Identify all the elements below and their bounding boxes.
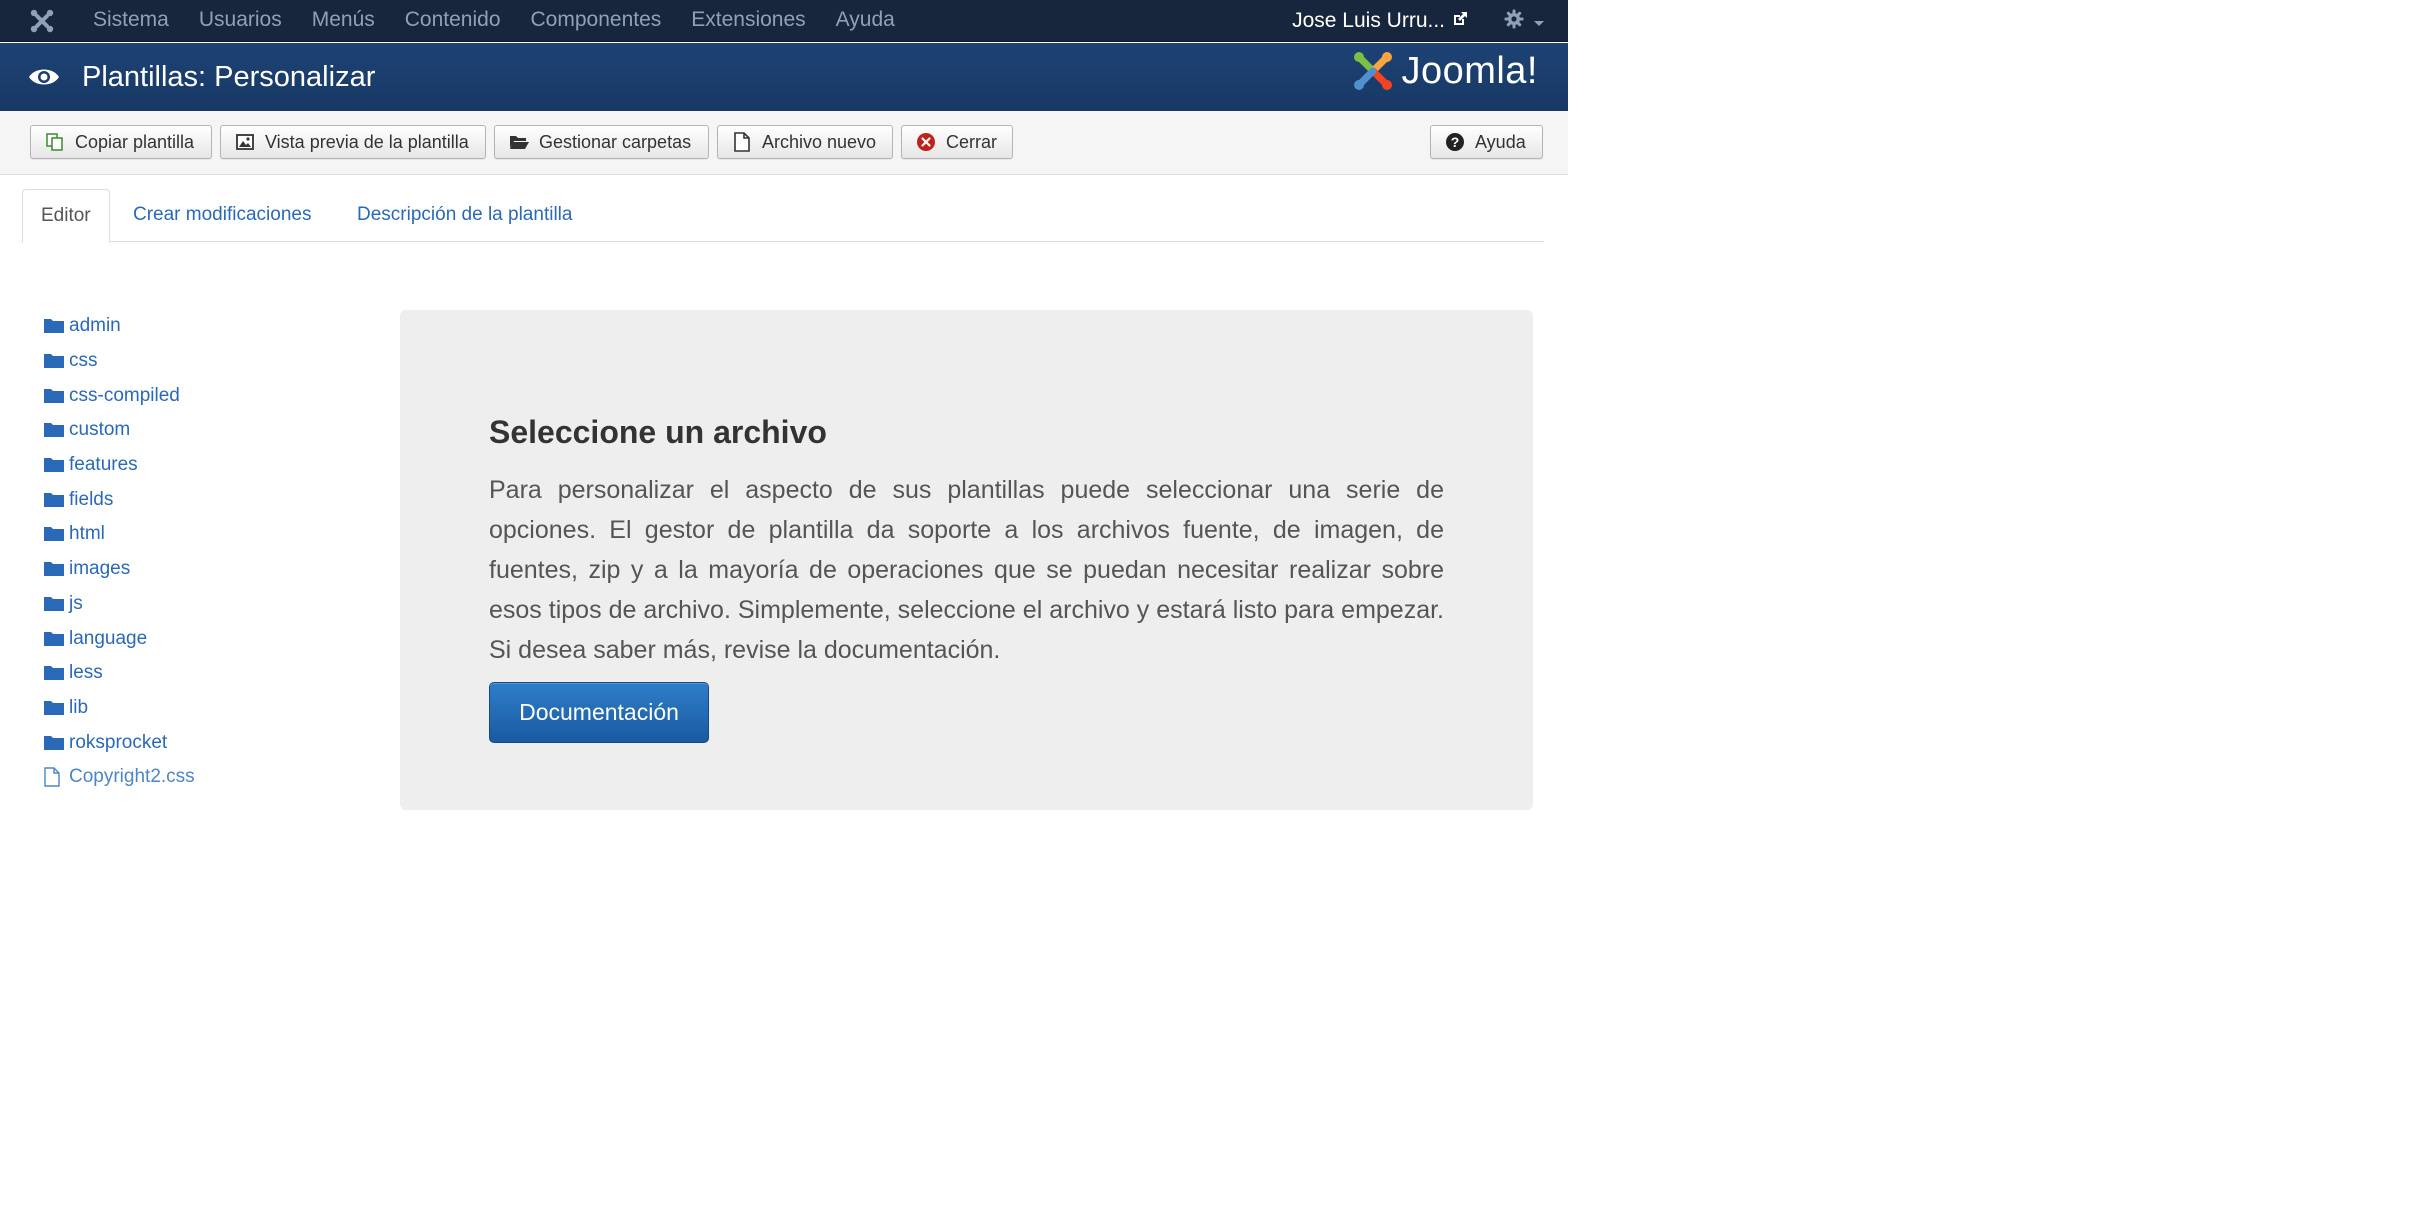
settings-dropdown[interactable] (1504, 9, 1544, 34)
folder-item[interactable]: roksprocket (44, 725, 374, 760)
manage-folders-label: Gestionar carpetas (539, 131, 692, 152)
manage-folders-button[interactable]: Gestionar carpetas (494, 125, 709, 159)
file-tree: admin css css-compiled custom features f… (44, 309, 374, 795)
joomla-logo: Joomla! (1351, 49, 1538, 93)
menu-extensiones[interactable]: Extensiones (676, 0, 820, 42)
tab-descripcion[interactable]: Descripción de la plantilla (339, 189, 590, 242)
folder-icon (44, 594, 64, 614)
folder-icon (44, 559, 64, 579)
folder-icon (44, 316, 64, 336)
preview-template-button[interactable]: Vista previa de la plantilla (220, 125, 486, 159)
folder-item[interactable]: html (44, 517, 374, 552)
menu-menus[interactable]: Menús (297, 0, 390, 42)
page-header: Plantillas: Personalizar Joomla! (0, 43, 1568, 111)
folder-icon (44, 698, 64, 718)
folder-item[interactable]: lib (44, 691, 374, 726)
menu-contenido[interactable]: Contenido (390, 0, 516, 42)
nav-right: Jose Luis Urru... (1292, 0, 1568, 42)
external-link-icon (1452, 9, 1468, 33)
brand-name: Joomla! (1401, 49, 1538, 92)
new-file-label: Archivo nuevo (762, 131, 877, 152)
folder-icon (44, 420, 64, 440)
question-circle-icon: ? (1445, 132, 1465, 152)
folder-item[interactable]: less (44, 656, 374, 691)
gear-icon (1504, 9, 1524, 34)
folder-label: admin (69, 315, 121, 337)
close-label: Cerrar (946, 131, 998, 152)
folder-icon (44, 524, 64, 544)
joomla-icon[interactable] (22, 0, 62, 42)
folder-icon (44, 663, 64, 683)
folder-icon (44, 733, 64, 753)
panel-title: Seleccione un archivo (489, 414, 827, 450)
help-button[interactable]: ? Ayuda (1430, 125, 1543, 159)
folder-label: roksprocket (69, 731, 168, 753)
file-icon (732, 132, 752, 152)
folder-item[interactable]: images (44, 552, 374, 587)
copy-template-label: Copiar plantilla (75, 131, 195, 152)
page-title: Plantillas: Personalizar (82, 60, 376, 93)
close-button[interactable]: Cerrar (901, 125, 1013, 159)
folder-label: css-compiled (69, 384, 180, 406)
folder-label: features (69, 454, 138, 476)
file-item[interactable]: Copyright2.css (44, 760, 374, 795)
menu-componentes[interactable]: Componentes (516, 0, 677, 42)
folder-icon (44, 629, 64, 649)
folder-item[interactable]: custom (44, 413, 374, 448)
help-label: Ayuda (1475, 131, 1526, 152)
copy-icon (45, 132, 65, 152)
select-file-panel: Seleccione un archivo Para personalizar … (400, 310, 1533, 810)
eye-icon (28, 61, 60, 93)
folder-label: lib (69, 696, 89, 718)
chevron-down-icon (1534, 20, 1544, 26)
folder-label: less (69, 662, 103, 684)
folder-icon (44, 351, 64, 371)
folder-item[interactable]: fields (44, 482, 374, 517)
image-icon (235, 132, 255, 152)
toolbar: Copiar plantilla Vista previa de la plan… (0, 111, 1568, 175)
preview-template-label: Vista previa de la plantilla (265, 131, 469, 152)
joomla-brand-icon (1354, 52, 1393, 90)
folder-item[interactable]: language (44, 621, 374, 656)
folder-label: custom (69, 419, 131, 441)
folder-label: images (69, 558, 131, 580)
folder-icon (44, 490, 64, 510)
documentation-button[interactable]: Documentación (489, 682, 709, 743)
top-navbar: Sistema Usuarios Menús Contenido Compone… (0, 0, 1568, 42)
tab-bar: Editor Crear modificaciones Descripción … (22, 189, 1544, 243)
new-file-button[interactable]: Archivo nuevo (717, 125, 893, 159)
folder-item[interactable]: js (44, 587, 374, 622)
folder-icon (44, 455, 64, 475)
menu-usuarios[interactable]: Usuarios (184, 0, 297, 42)
menu-sistema[interactable]: Sistema (78, 0, 184, 42)
folder-item[interactable]: css-compiled (44, 378, 374, 413)
folder-label: fields (69, 488, 114, 510)
file-icon (44, 767, 64, 787)
tab-crear-modificaciones[interactable]: Crear modificaciones (115, 189, 329, 242)
panel-description: Para personalizar el aspecto de sus plan… (489, 476, 1444, 664)
user-link[interactable]: Jose Luis Urru... (1292, 9, 1468, 33)
copy-template-button[interactable]: Copiar plantilla (30, 125, 212, 159)
folder-item[interactable]: admin (44, 309, 374, 344)
main-menu: Sistema Usuarios Menús Contenido Compone… (78, 0, 910, 42)
folder-label: language (69, 627, 148, 649)
svg-text:?: ? (1451, 134, 1460, 150)
folder-item[interactable]: css (44, 344, 374, 379)
close-circle-icon (916, 132, 936, 152)
folder-label: html (69, 523, 105, 545)
folder-icon (44, 386, 64, 406)
user-name: Jose Luis Urru... (1292, 9, 1445, 32)
folder-open-icon (509, 132, 529, 152)
folder-item[interactable]: features (44, 448, 374, 483)
folder-label: js (69, 592, 83, 614)
tab-editor[interactable]: Editor (22, 189, 110, 243)
file-label: Copyright2.css (69, 766, 195, 788)
menu-ayuda[interactable]: Ayuda (821, 0, 910, 42)
folder-label: css (69, 350, 98, 372)
